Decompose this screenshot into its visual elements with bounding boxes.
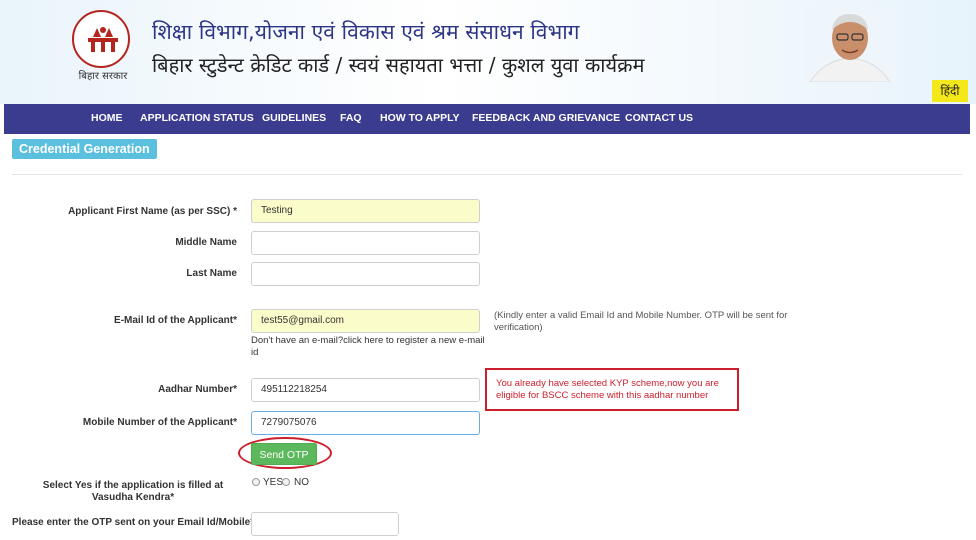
nav-faq[interactable]: FAQ: [340, 104, 362, 134]
scheme-title: बिहार स्टुडेन्ट क्रेडिट कार्ड / स्वयं सह…: [152, 53, 645, 77]
middle-name-label: Middle Name: [175, 237, 237, 248]
department-title: शिक्षा विभाग,योजना एवं विकास एवं श्रम सं…: [152, 20, 580, 44]
nav-home[interactable]: HOME: [91, 104, 123, 134]
first-name-label: Applicant First Name (as per SSC) *: [68, 206, 237, 217]
main-navigation: HOME APPLICATION STATUS GUIDELINES FAQ H…: [4, 104, 970, 134]
aadhar-eligibility-alert: You already have selected KYP scheme,now…: [485, 368, 739, 411]
otp-hint-text: (Kindly enter a valid Email Id and Mobil…: [494, 310, 788, 333]
send-otp-button[interactable]: Send OTP: [251, 443, 317, 465]
mobile-input[interactable]: 7279075076: [251, 411, 480, 435]
last-name-label: Last Name: [186, 268, 237, 279]
nav-guidelines[interactable]: GUIDELINES: [262, 104, 326, 134]
vasudha-yes-label: YES: [263, 477, 284, 488]
aadhar-input[interactable]: 495112218254: [251, 378, 480, 402]
nav-how-to-apply[interactable]: HOW TO APPLY: [380, 104, 460, 134]
emblem-caption: बिहार सरकार: [78, 71, 128, 82]
nav-contact-us[interactable]: CONTACT US: [625, 104, 693, 134]
section-title: Credential Generation: [12, 139, 157, 159]
email-label: E-Mail Id of the Applicant*: [114, 315, 237, 326]
vasudha-no-radio[interactable]: [282, 478, 290, 486]
vasudha-no-label: NO: [294, 477, 309, 488]
nav-feedback-and-grievance[interactable]: FEEDBACK AND GRIEVANCE: [472, 104, 620, 134]
vasudha-kendra-label: Select Yes if the application is filled …: [42, 480, 224, 503]
first-name-input[interactable]: Testing: [251, 199, 480, 223]
site-header: बिहार सरकार शिक्षा विभाग,योजना एवं विकास…: [0, 0, 976, 104]
middle-name-input[interactable]: [251, 231, 480, 255]
bihar-emblem-logo: बिहार सरकार: [72, 10, 132, 84]
section-divider: [12, 174, 962, 175]
nav-application-status[interactable]: APPLICATION STATUS: [140, 104, 254, 134]
portrait-image: [804, 8, 896, 82]
vasudha-yes-radio[interactable]: [252, 478, 260, 486]
emblem-icon: [88, 27, 118, 52]
emblem-circle: [72, 10, 130, 68]
chief-minister-photo: [804, 8, 896, 82]
otp-label: Please enter the OTP sent on your Email …: [12, 517, 255, 528]
aadhar-label: Aadhar Number*: [158, 384, 237, 395]
mobile-label: Mobile Number of the Applicant*: [82, 417, 237, 428]
email-input[interactable]: test55@gmail.com: [251, 309, 480, 333]
register-email-link[interactable]: Don't have an e-mail?click here to regis…: [251, 335, 487, 359]
language-toggle-button[interactable]: हिंदी: [932, 80, 968, 102]
last-name-input[interactable]: [251, 262, 480, 286]
otp-input[interactable]: [251, 512, 399, 536]
